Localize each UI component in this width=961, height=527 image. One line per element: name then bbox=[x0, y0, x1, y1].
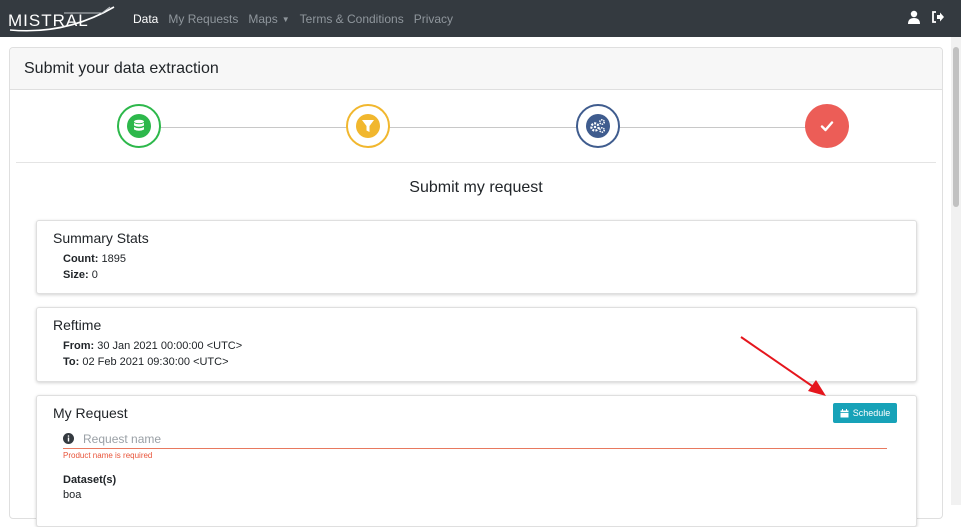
schedule-label: Schedule bbox=[852, 408, 891, 418]
card-header: Submit your data extraction bbox=[10, 48, 942, 90]
dataset-label: Dataset(s) bbox=[63, 474, 117, 486]
step-submit[interactable] bbox=[805, 104, 849, 148]
card-title: Submit your data extraction bbox=[24, 59, 219, 77]
check-icon bbox=[820, 121, 834, 132]
stepper bbox=[16, 90, 936, 163]
from-label: From: bbox=[63, 340, 95, 352]
size-row: Size: 0 bbox=[63, 269, 98, 281]
nav-data[interactable]: Data bbox=[133, 12, 158, 26]
step-dataset[interactable] bbox=[117, 104, 161, 148]
logo-text: MISTRAL bbox=[8, 11, 89, 30]
calendar-icon bbox=[840, 408, 849, 417]
nav-my-requests[interactable]: My Requests bbox=[168, 12, 238, 26]
to-row: To: 02 Feb 2021 09:30:00 <UTC> bbox=[63, 356, 229, 368]
to-value: 02 Feb 2021 09:30:00 <UTC> bbox=[82, 356, 229, 368]
dataset-value: boa bbox=[63, 489, 82, 501]
extraction-card: Submit your data extraction Submit my re… bbox=[9, 47, 943, 527]
filter-icon bbox=[356, 114, 380, 138]
to-label: To: bbox=[63, 356, 80, 368]
section-title: Submit my request bbox=[409, 179, 543, 196]
count-value: 1895 bbox=[101, 253, 126, 265]
count-row: Count: 1895 bbox=[63, 253, 126, 265]
mistral-logo[interactable]: MISTRAL bbox=[6, 3, 118, 35]
info-icon bbox=[63, 433, 74, 444]
schedule-button[interactable]: Schedule bbox=[833, 403, 897, 423]
step-postprocess[interactable] bbox=[576, 104, 620, 148]
scrollbar-thumb[interactable] bbox=[953, 47, 959, 207]
from-value: 30 Jan 2021 00:00:00 <UTC> bbox=[97, 340, 243, 352]
request-name-row bbox=[63, 432, 887, 449]
request-name-error: Product name is required bbox=[63, 451, 153, 460]
count-label: Count: bbox=[63, 253, 99, 265]
page-scrollbar[interactable] bbox=[951, 37, 961, 505]
navbar-right bbox=[907, 10, 945, 24]
nav-maps[interactable]: Maps ▼ bbox=[248, 12, 289, 26]
cogs-icon bbox=[586, 114, 610, 138]
sign-out-icon[interactable] bbox=[931, 10, 945, 24]
my-request-panel: My Request Schedule Product name is requ… bbox=[36, 395, 917, 527]
from-row: From: 30 Jan 2021 00:00:00 <UTC> bbox=[63, 340, 242, 352]
stepper-line bbox=[136, 127, 836, 128]
size-value: 0 bbox=[91, 269, 98, 281]
main-nav: Data My Requests Maps ▼ Terms & Condition… bbox=[133, 0, 463, 37]
nav-maps-label: Maps bbox=[248, 11, 278, 26]
nav-terms[interactable]: Terms & Conditions bbox=[300, 12, 404, 26]
caret-down-icon: ▼ bbox=[281, 14, 290, 24]
user-icon[interactable] bbox=[907, 10, 921, 24]
summary-stats-title: Summary Stats bbox=[53, 230, 149, 246]
my-request-title: My Request bbox=[53, 405, 128, 421]
reftime-panel: Reftime From: 30 Jan 2021 00:00:00 <UTC>… bbox=[36, 307, 917, 382]
reftime-title: Reftime bbox=[53, 317, 102, 333]
nav-privacy[interactable]: Privacy bbox=[414, 12, 453, 26]
database-icon bbox=[127, 114, 151, 138]
step-filter[interactable] bbox=[346, 104, 390, 148]
size-label: Size: bbox=[63, 269, 89, 281]
summary-stats-panel: Summary Stats Count: 1895 Size: 0 bbox=[36, 220, 917, 294]
top-navbar: MISTRAL Data My Requests Maps ▼ Terms & C… bbox=[0, 0, 961, 37]
request-name-input[interactable] bbox=[83, 432, 863, 446]
